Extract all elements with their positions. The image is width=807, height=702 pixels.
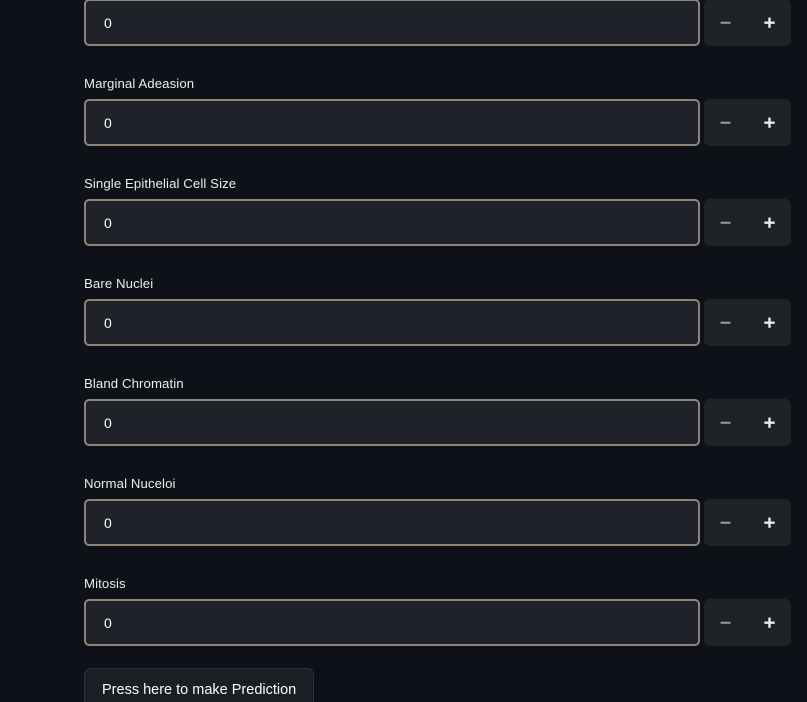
stepper-0	[704, 0, 791, 46]
increment-button-0[interactable]	[749, 0, 789, 45]
field-label-bare-nuclei: Bare Nuclei	[84, 276, 154, 291]
input-row-5	[84, 499, 791, 546]
field-spacer	[84, 546, 791, 576]
stepper-4	[704, 399, 791, 446]
decrement-button-0[interactable]	[706, 0, 746, 45]
make-prediction-button[interactable]: Press here to make Prediction	[84, 668, 315, 702]
field-spacer	[84, 46, 791, 76]
field-spacer	[84, 346, 791, 376]
number-input-mitosis[interactable]	[84, 599, 700, 646]
input-row-6	[84, 599, 791, 646]
app-root: Marginal Adeasion	[0, 0, 807, 702]
field-label-mitosis: Mitosis	[84, 576, 126, 591]
plus-icon	[763, 216, 776, 229]
plus-icon	[763, 316, 776, 329]
stepper-5	[704, 499, 791, 546]
increment-button-6[interactable]	[749, 600, 789, 645]
prediction-form: Marginal Adeasion	[84, 0, 791, 702]
minus-icon	[719, 116, 732, 129]
field-label-single-epithelial-cell-size: Single Epithelial Cell Size	[84, 176, 237, 191]
decrement-button-6[interactable]	[706, 600, 746, 645]
field-label-marginal-adeasion: Marginal Adeasion	[84, 76, 195, 91]
input-row-3	[84, 299, 791, 346]
plus-icon	[763, 416, 776, 429]
field-label-normal-nuceloi: Normal Nuceloi	[84, 476, 176, 491]
form-field-5: Normal Nuceloi	[84, 476, 791, 546]
decrement-button-1[interactable]	[706, 100, 746, 145]
input-row-0	[84, 0, 791, 46]
field-spacer	[84, 446, 791, 476]
stepper-6	[704, 599, 791, 646]
minus-icon	[719, 216, 732, 229]
form-field-3: Bare Nuclei	[84, 276, 791, 346]
stepper-3	[704, 299, 791, 346]
plus-icon	[763, 116, 776, 129]
increment-button-4[interactable]	[749, 400, 789, 445]
stepper-2	[704, 199, 791, 246]
number-input-marginal-adeasion[interactable]	[84, 99, 700, 146]
number-input-bland-chromatin[interactable]	[84, 399, 700, 446]
field-spacer	[84, 146, 791, 176]
submit-area: Press here to make Prediction	[84, 646, 791, 702]
increment-button-2[interactable]	[749, 200, 789, 245]
plus-icon	[763, 516, 776, 529]
minus-icon	[719, 16, 732, 29]
form-field-4: Bland Chromatin	[84, 376, 791, 446]
decrement-button-5[interactable]	[706, 500, 746, 545]
number-input-0[interactable]	[84, 0, 700, 46]
decrement-button-4[interactable]	[706, 400, 746, 445]
number-input-bare-nuclei[interactable]	[84, 299, 700, 346]
stepper-1	[704, 99, 791, 146]
increment-button-5[interactable]	[749, 500, 789, 545]
field-label-bland-chromatin: Bland Chromatin	[84, 376, 184, 391]
plus-icon	[763, 616, 776, 629]
plus-icon	[763, 16, 776, 29]
decrement-button-3[interactable]	[706, 300, 746, 345]
input-row-2	[84, 199, 791, 246]
increment-button-1[interactable]	[749, 100, 789, 145]
decrement-button-2[interactable]	[706, 200, 746, 245]
number-input-single-epithelial-cell-size[interactable]	[84, 199, 700, 246]
input-row-1	[84, 99, 791, 146]
input-row-4	[84, 399, 791, 446]
form-field-0	[84, 0, 791, 46]
minus-icon	[719, 416, 732, 429]
form-field-6: Mitosis	[84, 576, 791, 646]
number-input-normal-nuceloi[interactable]	[84, 499, 700, 546]
increment-button-3[interactable]	[749, 300, 789, 345]
minus-icon	[719, 616, 732, 629]
field-spacer	[84, 246, 791, 276]
minus-icon	[719, 516, 732, 529]
minus-icon	[719, 316, 732, 329]
form-field-1: Marginal Adeasion	[84, 76, 791, 146]
form-field-2: Single Epithelial Cell Size	[84, 176, 791, 246]
